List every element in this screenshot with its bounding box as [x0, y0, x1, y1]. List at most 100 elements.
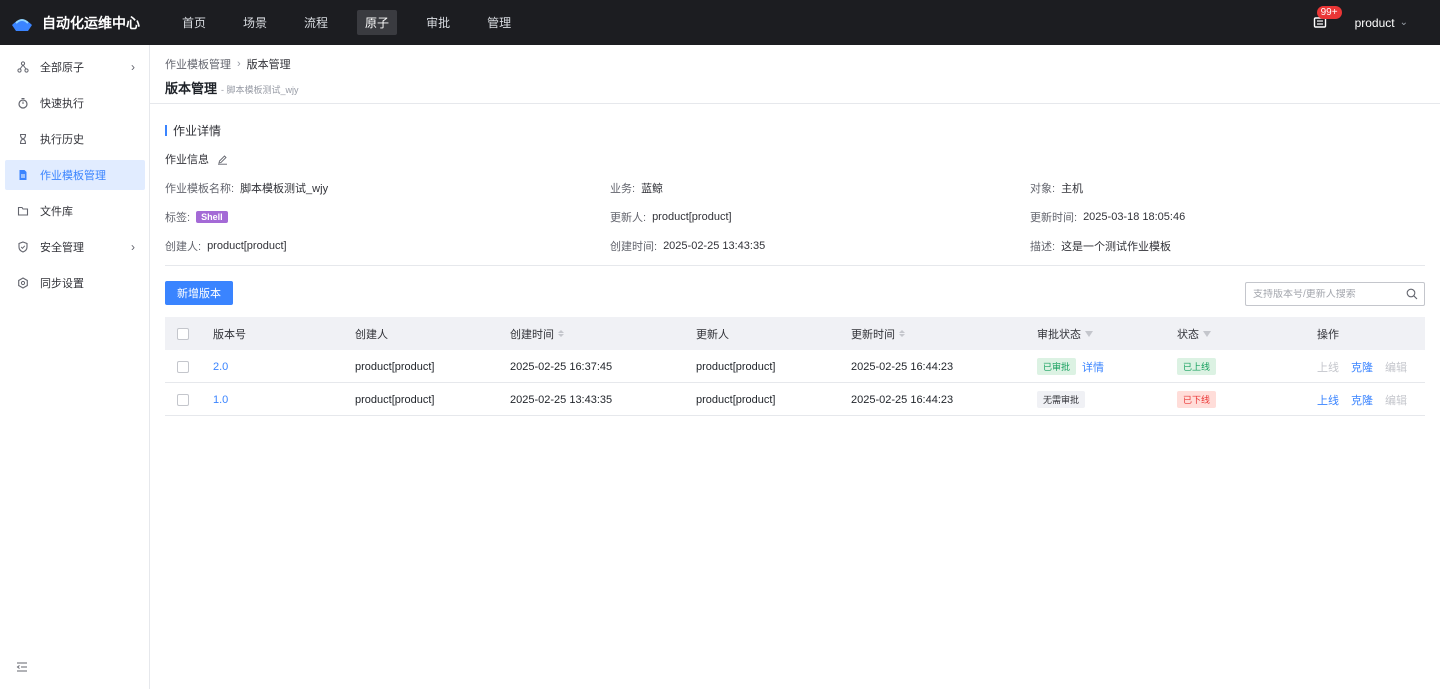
sidebar-item-label: 全部原子 [40, 62, 84, 74]
search-input[interactable] [1253, 288, 1403, 300]
nav-approval[interactable]: 审批 [418, 10, 458, 35]
nav-atoms[interactable]: 原子 [357, 10, 398, 35]
breadcrumb: 作业模板管理 › 版本管理 [165, 56, 291, 72]
edit-button[interactable]: 编辑 [1385, 392, 1407, 408]
field-label: 更新人: [610, 212, 647, 224]
version-link[interactable]: 2.0 [213, 350, 228, 383]
col-label: 更新时间 [851, 328, 895, 341]
page-subtitle: - 脚本模板测试_wjy [221, 85, 299, 95]
gear-icon [17, 277, 29, 289]
col-updater: 更新人 [696, 328, 729, 341]
field-value: 蓝鲸 [641, 183, 664, 195]
col-label: 状态 [1177, 328, 1199, 341]
sidebar-item-all-atoms[interactable]: 全部原子 › [5, 52, 145, 82]
top-navbar: 自动化运维中心 首页 场景 流程 原子 审批 管理 99+ product ⌄ [0, 0, 1440, 45]
col-version: 版本号 [213, 328, 246, 341]
folder-icon [17, 205, 29, 217]
nav-scenes[interactable]: 场景 [235, 10, 275, 35]
sidebar-item-label: 执行历史 [40, 134, 84, 146]
sort-icon[interactable] [899, 330, 905, 337]
row-checkbox[interactable] [177, 350, 189, 383]
field-value: 2025-03-18 18:05:46 [1083, 211, 1186, 223]
main-nav: 首页 场景 流程 原子 审批 管理 [174, 10, 540, 35]
col-actions: 操作 [1317, 328, 1339, 341]
col-label: 审批状态 [1037, 328, 1081, 341]
chevron-right-icon: › [237, 58, 241, 70]
clone-button[interactable]: 克隆 [1351, 359, 1373, 375]
status-badge: 已下线 [1177, 391, 1217, 408]
nav-flows[interactable]: 流程 [296, 10, 336, 35]
chevron-right-icon: › [131, 60, 135, 74]
field-updater: 更新人: product[product] [610, 209, 732, 225]
cell-approval: 无需审批 [1037, 383, 1086, 416]
cell-update-time: 2025-02-25 16:44:23 [851, 393, 954, 406]
row-checkbox[interactable] [177, 383, 189, 416]
col-create-time[interactable]: 创建时间 [510, 317, 564, 350]
collapse-sidebar-icon[interactable] [16, 661, 28, 675]
table-row: 1.0 product[product] 2025-02-25 13:43:35… [165, 383, 1425, 416]
chevron-down-icon: ⌄ [1399, 17, 1408, 28]
field-label: 对象: [1030, 183, 1056, 195]
field-creator: 创建人: product[product] [165, 238, 287, 254]
sidebar-item-sync-settings[interactable]: 同步设置 [5, 268, 145, 298]
approval-badge: 无需审批 [1037, 391, 1086, 408]
sidebar-item-quick-exec[interactable]: 快速执行 [5, 88, 145, 118]
version-link[interactable]: 1.0 [213, 383, 228, 416]
field-label: 更新时间: [1030, 212, 1078, 224]
document-icon [17, 169, 29, 181]
cell-creator: product[product] [355, 360, 435, 373]
col-label: 创建时间 [510, 328, 554, 341]
user-menu[interactable]: product ⌄ [1355, 16, 1408, 30]
col-status[interactable]: 状态 [1177, 317, 1211, 350]
sidebar-item-history[interactable]: 执行历史 [5, 124, 145, 154]
sidebar-item-job-templates[interactable]: 作业模板管理 [5, 160, 145, 190]
publish-button[interactable]: 上线 [1317, 359, 1339, 375]
add-version-button[interactable]: 新增版本 [165, 281, 233, 305]
select-all-checkbox[interactable] [177, 317, 189, 350]
sidebar-item-security[interactable]: 安全管理 › [5, 232, 145, 262]
versions-table: 版本号 创建人 创建时间 更新人 更新时间 审批状态 状态 操作 2.0 pro… [165, 317, 1425, 416]
field-label: 创建时间: [610, 241, 658, 253]
job-info-text: 作业信息 [165, 154, 209, 166]
breadcrumb-current: 版本管理 [246, 59, 291, 71]
edit-icon[interactable] [217, 154, 228, 165]
breadcrumb-parent[interactable]: 作业模板管理 [165, 56, 231, 72]
nav-home[interactable]: 首页 [174, 10, 214, 35]
cell-creator: product[product] [355, 393, 435, 406]
sidebar-item-file-library[interactable]: 文件库 [5, 196, 145, 226]
approval-badge: 已审批 [1037, 358, 1077, 375]
field-business: 业务: 蓝鲸 [610, 180, 663, 196]
notification-badge: 99+ [1316, 5, 1342, 19]
cell-create-time: 2025-02-25 16:37:45 [510, 360, 613, 373]
app-title: 自动化运维中心 [42, 14, 140, 31]
cell-updater: product[product] [696, 360, 776, 373]
app-logo[interactable]: 自动化运维中心 [10, 13, 160, 33]
col-approval[interactable]: 审批状态 [1037, 317, 1093, 350]
edit-button[interactable]: 编辑 [1385, 359, 1407, 375]
logo-icon [12, 18, 32, 31]
cell-status: 已上线 [1177, 350, 1217, 383]
nav-manage[interactable]: 管理 [479, 10, 519, 35]
col-update-time[interactable]: 更新时间 [851, 317, 905, 350]
field-template-name: 作业模板名称: 脚本模板测试_wjy [165, 180, 328, 196]
filter-icon[interactable] [1203, 330, 1211, 337]
field-object: 对象: 主机 [1030, 180, 1083, 196]
publish-button[interactable]: 上线 [1317, 392, 1339, 408]
field-label: 作业模板名称: [165, 183, 235, 195]
user-name: product [1354, 15, 1395, 30]
stopwatch-icon [17, 97, 29, 109]
field-value: 这是一个测试作业模板 [1061, 241, 1172, 253]
search-icon[interactable] [1406, 288, 1418, 300]
clone-button[interactable]: 克隆 [1351, 392, 1373, 408]
cell-actions: 上线 克隆 编辑 [1317, 350, 1419, 383]
field-value: product[product] [207, 240, 287, 252]
status-badge: 已上线 [1177, 358, 1217, 375]
field-label: 描述: [1030, 241, 1056, 253]
header-divider [150, 103, 1440, 104]
table-header: 版本号 创建人 创建时间 更新人 更新时间 审批状态 状态 操作 [165, 317, 1425, 350]
filter-icon[interactable] [1085, 330, 1093, 337]
sort-icon[interactable] [558, 330, 564, 337]
cell-status: 已下线 [1177, 383, 1217, 416]
notification-button[interactable]: 99+ [1313, 5, 1342, 31]
approval-detail-link[interactable]: 详情 [1082, 359, 1104, 375]
